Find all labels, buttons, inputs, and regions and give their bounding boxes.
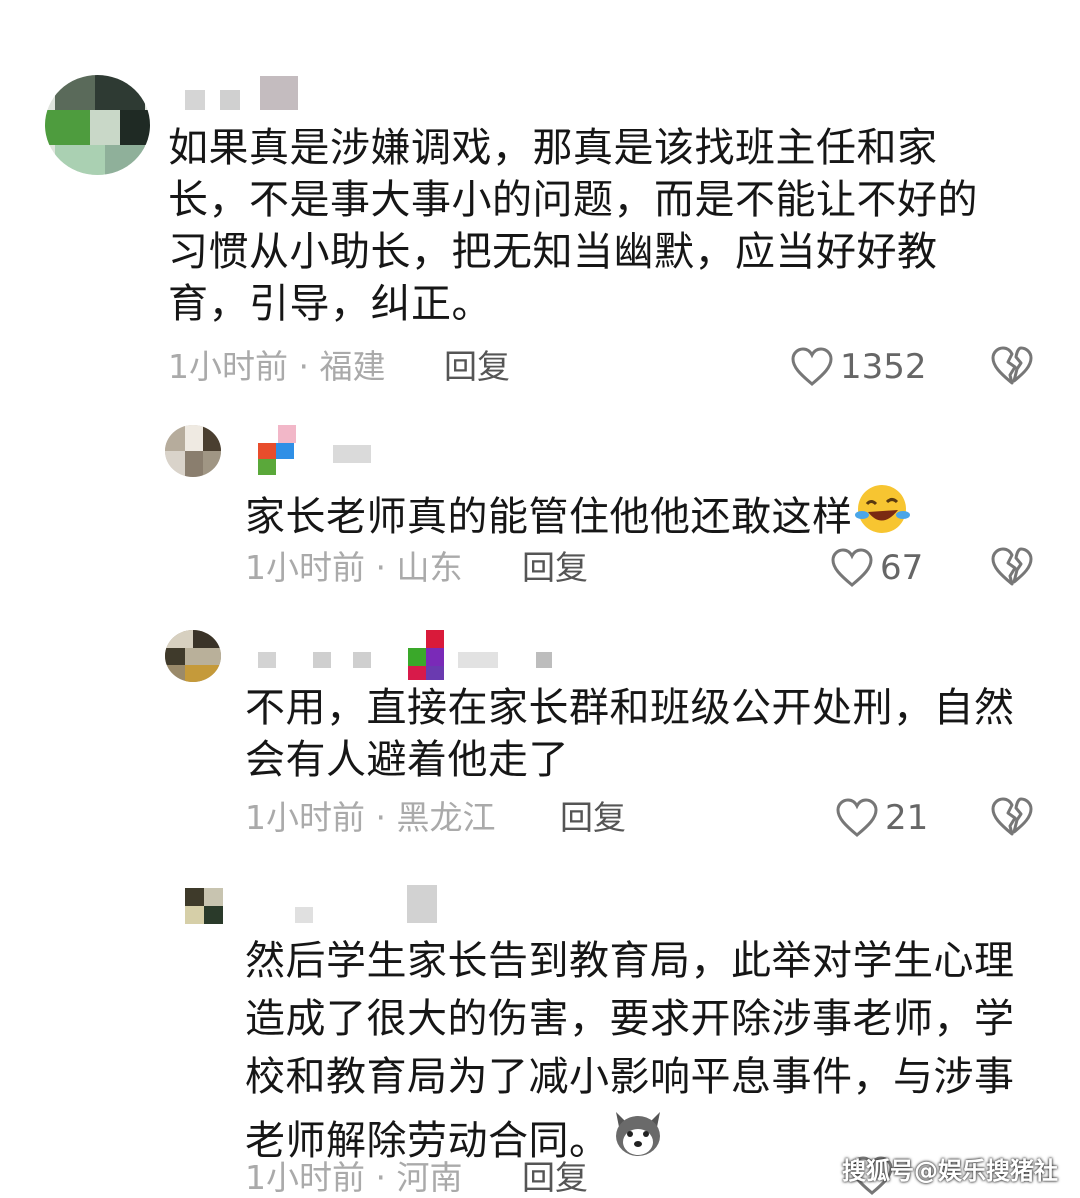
heart-outline-icon xyxy=(836,798,878,837)
like-count: 1352 xyxy=(840,347,927,387)
comment-meta: 1小时前 · 福建 xyxy=(168,347,386,386)
comment-text: 然后学生家长告到教育局，此举对学生心理造成了很大的伤害，要求开除涉事老师，学校和… xyxy=(245,932,1015,1170)
laughing-tears-emoji xyxy=(854,485,910,533)
comment-3: 不用，直接在家长群和班级公开处刑，自然会有人避着他走了 1小时前 · 黑龙江 回… xyxy=(0,610,1080,860)
heart-outline-icon xyxy=(791,347,833,386)
heart-outline-icon xyxy=(831,548,873,587)
dislike-button[interactable] xyxy=(990,796,1034,840)
like-button[interactable]: 21 xyxy=(835,796,928,840)
username-blurred[interactable] xyxy=(295,885,445,925)
broken-heart-icon xyxy=(991,797,1033,836)
husky-dog-emoji xyxy=(615,1112,660,1156)
dislike-button[interactable] xyxy=(990,345,1034,389)
reply-button[interactable]: 回复 xyxy=(444,347,510,387)
reply-button[interactable]: 回复 xyxy=(522,1158,588,1198)
reply-button[interactable]: 回复 xyxy=(522,548,588,588)
comment-1: 如果真是涉嫌调戏，那真是该找班主任和家长，不是事大事小的问题，而是不能让不好的习… xyxy=(0,0,1080,400)
broken-heart-icon xyxy=(991,346,1033,385)
watermark: 搜狐号@娱乐搜猪社 xyxy=(842,1157,1058,1185)
avatar[interactable] xyxy=(165,425,221,477)
avatar[interactable] xyxy=(185,888,223,924)
avatar[interactable] xyxy=(45,75,150,175)
like-button[interactable]: 67 xyxy=(830,546,923,590)
broken-heart-icon xyxy=(991,547,1033,586)
avatar[interactable] xyxy=(165,630,221,682)
username-blurred[interactable] xyxy=(258,630,558,680)
username-blurred[interactable] xyxy=(185,76,305,110)
like-count: 67 xyxy=(880,548,924,588)
dislike-button[interactable] xyxy=(990,546,1034,590)
username-blurred[interactable] xyxy=(258,425,378,475)
like-button[interactable]: 1352 xyxy=(790,345,927,389)
comment-2: 家长老师真的能管住他他还敢这样 1小时前 · 山东 回复 67 xyxy=(0,400,1080,610)
comment-meta: 1小时前 · 黑龙江 xyxy=(245,798,496,837)
comment-meta: 1小时前 · 山东 xyxy=(245,548,463,587)
reply-button[interactable]: 回复 xyxy=(560,798,626,838)
comment-text: 不用，直接在家长群和班级公开处刑，自然会有人避着他走了 xyxy=(245,685,1015,783)
comment-text-content: 家长老师真的能管住他他还敢这样 xyxy=(245,494,853,540)
comment-4: 然后学生家长告到教育局，此举对学生心理造成了很大的伤害，要求开除涉事老师，学校和… xyxy=(0,870,1080,1198)
comment-meta: 1小时前 · 河南 xyxy=(245,1158,463,1197)
comment-text: 家长老师真的能管住他他还敢这样 xyxy=(245,482,1005,543)
like-count: 21 xyxy=(885,798,929,838)
comment-text: 如果真是涉嫌调戏，那真是该找班主任和家长，不是事大事小的问题，而是不能让不好的习… xyxy=(168,125,978,327)
